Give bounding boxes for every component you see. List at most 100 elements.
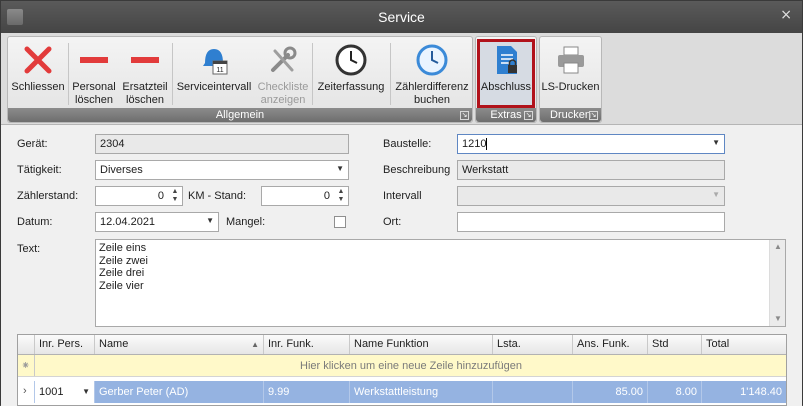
beschreibung-field: Werkstatt (457, 160, 725, 180)
taetigkeit-dropdown[interactable]: Diverses ▼ (95, 160, 349, 180)
ort-label: Ort: (383, 216, 402, 228)
cell-ans-funk[interactable]: 85.00 (573, 381, 648, 403)
baustelle-label: Baustelle: (383, 138, 432, 150)
geraet-label: Gerät: (17, 138, 48, 150)
minus-icon (131, 57, 159, 63)
serviceintervall-button[interactable]: 11 Serviceintervall (174, 39, 254, 108)
extras-launcher-icon[interactable]: ↘ (524, 111, 533, 120)
zaehlerstand-spinner[interactable]: 0 ▲ ▼ (95, 186, 183, 206)
scroll-down-icon[interactable]: ▼ (770, 312, 786, 326)
personal-loeschen-label-1: Personal (72, 81, 116, 93)
schliessen-button[interactable]: Schliessen (10, 39, 66, 108)
chevron-down-icon: ▼ (712, 138, 720, 147)
column-header-name[interactable]: Name ▲ (95, 335, 264, 354)
zeiterfassung-label: Zeiterfassung (317, 81, 385, 93)
ls-drucken-button[interactable]: LS-Drucken (541, 39, 600, 108)
zeiterfassung-button[interactable]: Zeiterfassung (314, 39, 388, 108)
serviceintervall-label: Serviceintervall (176, 81, 252, 93)
personal-loeschen-button[interactable]: Personal löschen (70, 39, 118, 108)
abschluss-button[interactable]: Abschluss (477, 39, 535, 108)
svg-text:11: 11 (216, 67, 223, 74)
personal-grid: Inr. Pers. Name ▲ Inr. Funk. Name Funkti… (17, 334, 787, 406)
datum-label: Datum: (17, 216, 53, 228)
column-header-inr-funk[interactable]: Inr. Funk. (264, 335, 350, 354)
zaehlerdifferenz-buchen-button[interactable]: Zählerdifferenz buchen (392, 39, 472, 108)
table-row[interactable]: › 1001 ▼ Gerber Peter (AD) 9.99 Werkstat… (18, 381, 786, 403)
clock-blue-icon (416, 44, 448, 76)
datum-value: 12.04.2021 (100, 216, 156, 228)
close-window-button[interactable]: × (780, 7, 792, 23)
chevron-down-icon: ▼ (206, 216, 214, 225)
window-title: Service (378, 9, 425, 25)
spinner-arrows-icon[interactable]: ▲ ▼ (170, 188, 180, 204)
cell-inr-pers-value: 1001 (39, 386, 64, 398)
baustelle-value: 1210 (462, 138, 487, 150)
personal-loeschen-label-2: löschen (75, 94, 113, 106)
datum-picker[interactable]: 12.04.2021 ▼ (95, 212, 219, 232)
cell-total[interactable]: 1'148.40 (702, 381, 786, 403)
mangel-checkbox[interactable] (334, 216, 346, 228)
drucken-launcher-icon[interactable]: ↘ (589, 111, 598, 120)
column-header-lsta[interactable]: Lsta. (493, 335, 573, 354)
ersatzteil-loeschen-button[interactable]: Ersatzteil löschen (120, 39, 170, 108)
row-indicator-icon: › (18, 381, 35, 403)
mangel-label: Mangel: (226, 216, 266, 228)
text-area[interactable]: Zeile eins Zeile zwei Zeile drei Zeile v… (95, 239, 786, 327)
chevron-down-icon: ▼ (336, 164, 344, 173)
ersatzteil-loeschen-label-2: löschen (126, 94, 164, 106)
ribbon-toolbar: Schliessen Personal löschen Ersatzteil l… (1, 33, 802, 125)
cell-inr-pers[interactable]: 1001 ▼ (35, 381, 95, 403)
calendar-bell-icon: 11 (203, 49, 228, 75)
close-x-icon (24, 46, 52, 74)
intervall-label: Intervall (383, 190, 422, 202)
spinner-arrows-icon[interactable]: ▲ ▼ (336, 188, 346, 204)
cell-name-funktion[interactable]: Werkstattleistung (350, 381, 493, 403)
column-header-ans-funk[interactable]: Ans. Funk. (573, 335, 648, 354)
taetigkeit-value: Diverses (100, 164, 143, 176)
km-stand-value: 0 (323, 190, 330, 202)
column-header-name-funktion[interactable]: Name Funktion (350, 335, 493, 354)
km-stand-spinner[interactable]: 0 ▲ ▼ (261, 186, 349, 206)
cell-inr-funk[interactable]: 9.99 (264, 381, 350, 403)
text-line: Zeile vier (99, 279, 144, 292)
baustelle-dropdown[interactable]: 1210 ▼ (457, 134, 725, 154)
text-line: Zeile drei (99, 267, 145, 279)
ort-input[interactable] (457, 212, 725, 232)
checkliste-label-2: anzeigen (260, 94, 306, 106)
chevron-down-icon: ▼ (82, 387, 90, 396)
column-header-std[interactable]: Std (648, 335, 702, 354)
beschreibung-label: Beschreibung (383, 164, 451, 176)
column-header-name-label: Name (99, 338, 129, 350)
new-row[interactable]: ⁕ Hier klicken um eine neue Zeile hinzuz… (18, 355, 786, 377)
cell-name[interactable]: Gerber Peter (AD) (95, 381, 264, 403)
intervall-dropdown: ▼ (457, 186, 725, 206)
printer-icon (557, 46, 584, 74)
cell-lsta[interactable] (493, 381, 573, 403)
new-row-indicator-icon: ⁕ (18, 355, 35, 376)
service-form: Gerät: 2304 Tätigkeit: Diverses ▼ Zähler… (1, 125, 802, 406)
scroll-up-icon[interactable]: ▲ (770, 240, 786, 254)
ribbon-group-allgemein: Schliessen Personal löschen Ersatzteil l… (7, 36, 473, 123)
document-lock-icon (497, 46, 517, 74)
geraet-field: 2304 (95, 134, 349, 154)
column-header-inr-pers[interactable]: Inr. Pers. (35, 335, 95, 354)
zaehlerstand-label: Zählerstand: (17, 190, 79, 202)
checkliste-label-1: Checkliste (257, 81, 309, 93)
clock-icon (335, 44, 367, 76)
taetigkeit-label: Tätigkeit: (17, 164, 62, 176)
ribbon-group-drucken: LS-Drucken Drucken ↘ (539, 36, 602, 123)
text-line: Zeile zwei (99, 254, 148, 267)
column-header-total[interactable]: Total (702, 335, 786, 354)
checkliste-anzeigen-button[interactable]: Checkliste anzeigen (256, 39, 310, 108)
text-scrollbar[interactable]: ▲ ▼ (769, 240, 785, 326)
zaehlerdifferenz-label-1: Zählerdifferenz (395, 81, 469, 93)
chevron-down-icon: ▼ (712, 190, 720, 199)
schliessen-label: Schliessen (11, 81, 65, 93)
group-label-allgemein: Allgemein (8, 108, 472, 122)
grid-header-row: Inr. Pers. Name ▲ Inr. Funk. Name Funkti… (18, 335, 786, 355)
ersatzteil-loeschen-label-1: Ersatzteil (122, 81, 168, 93)
km-stand-label: KM - Stand: (188, 190, 247, 202)
grid-corner (18, 335, 35, 354)
cell-std[interactable]: 8.00 (648, 381, 702, 403)
allgemein-launcher-icon[interactable]: ↘ (460, 111, 469, 120)
